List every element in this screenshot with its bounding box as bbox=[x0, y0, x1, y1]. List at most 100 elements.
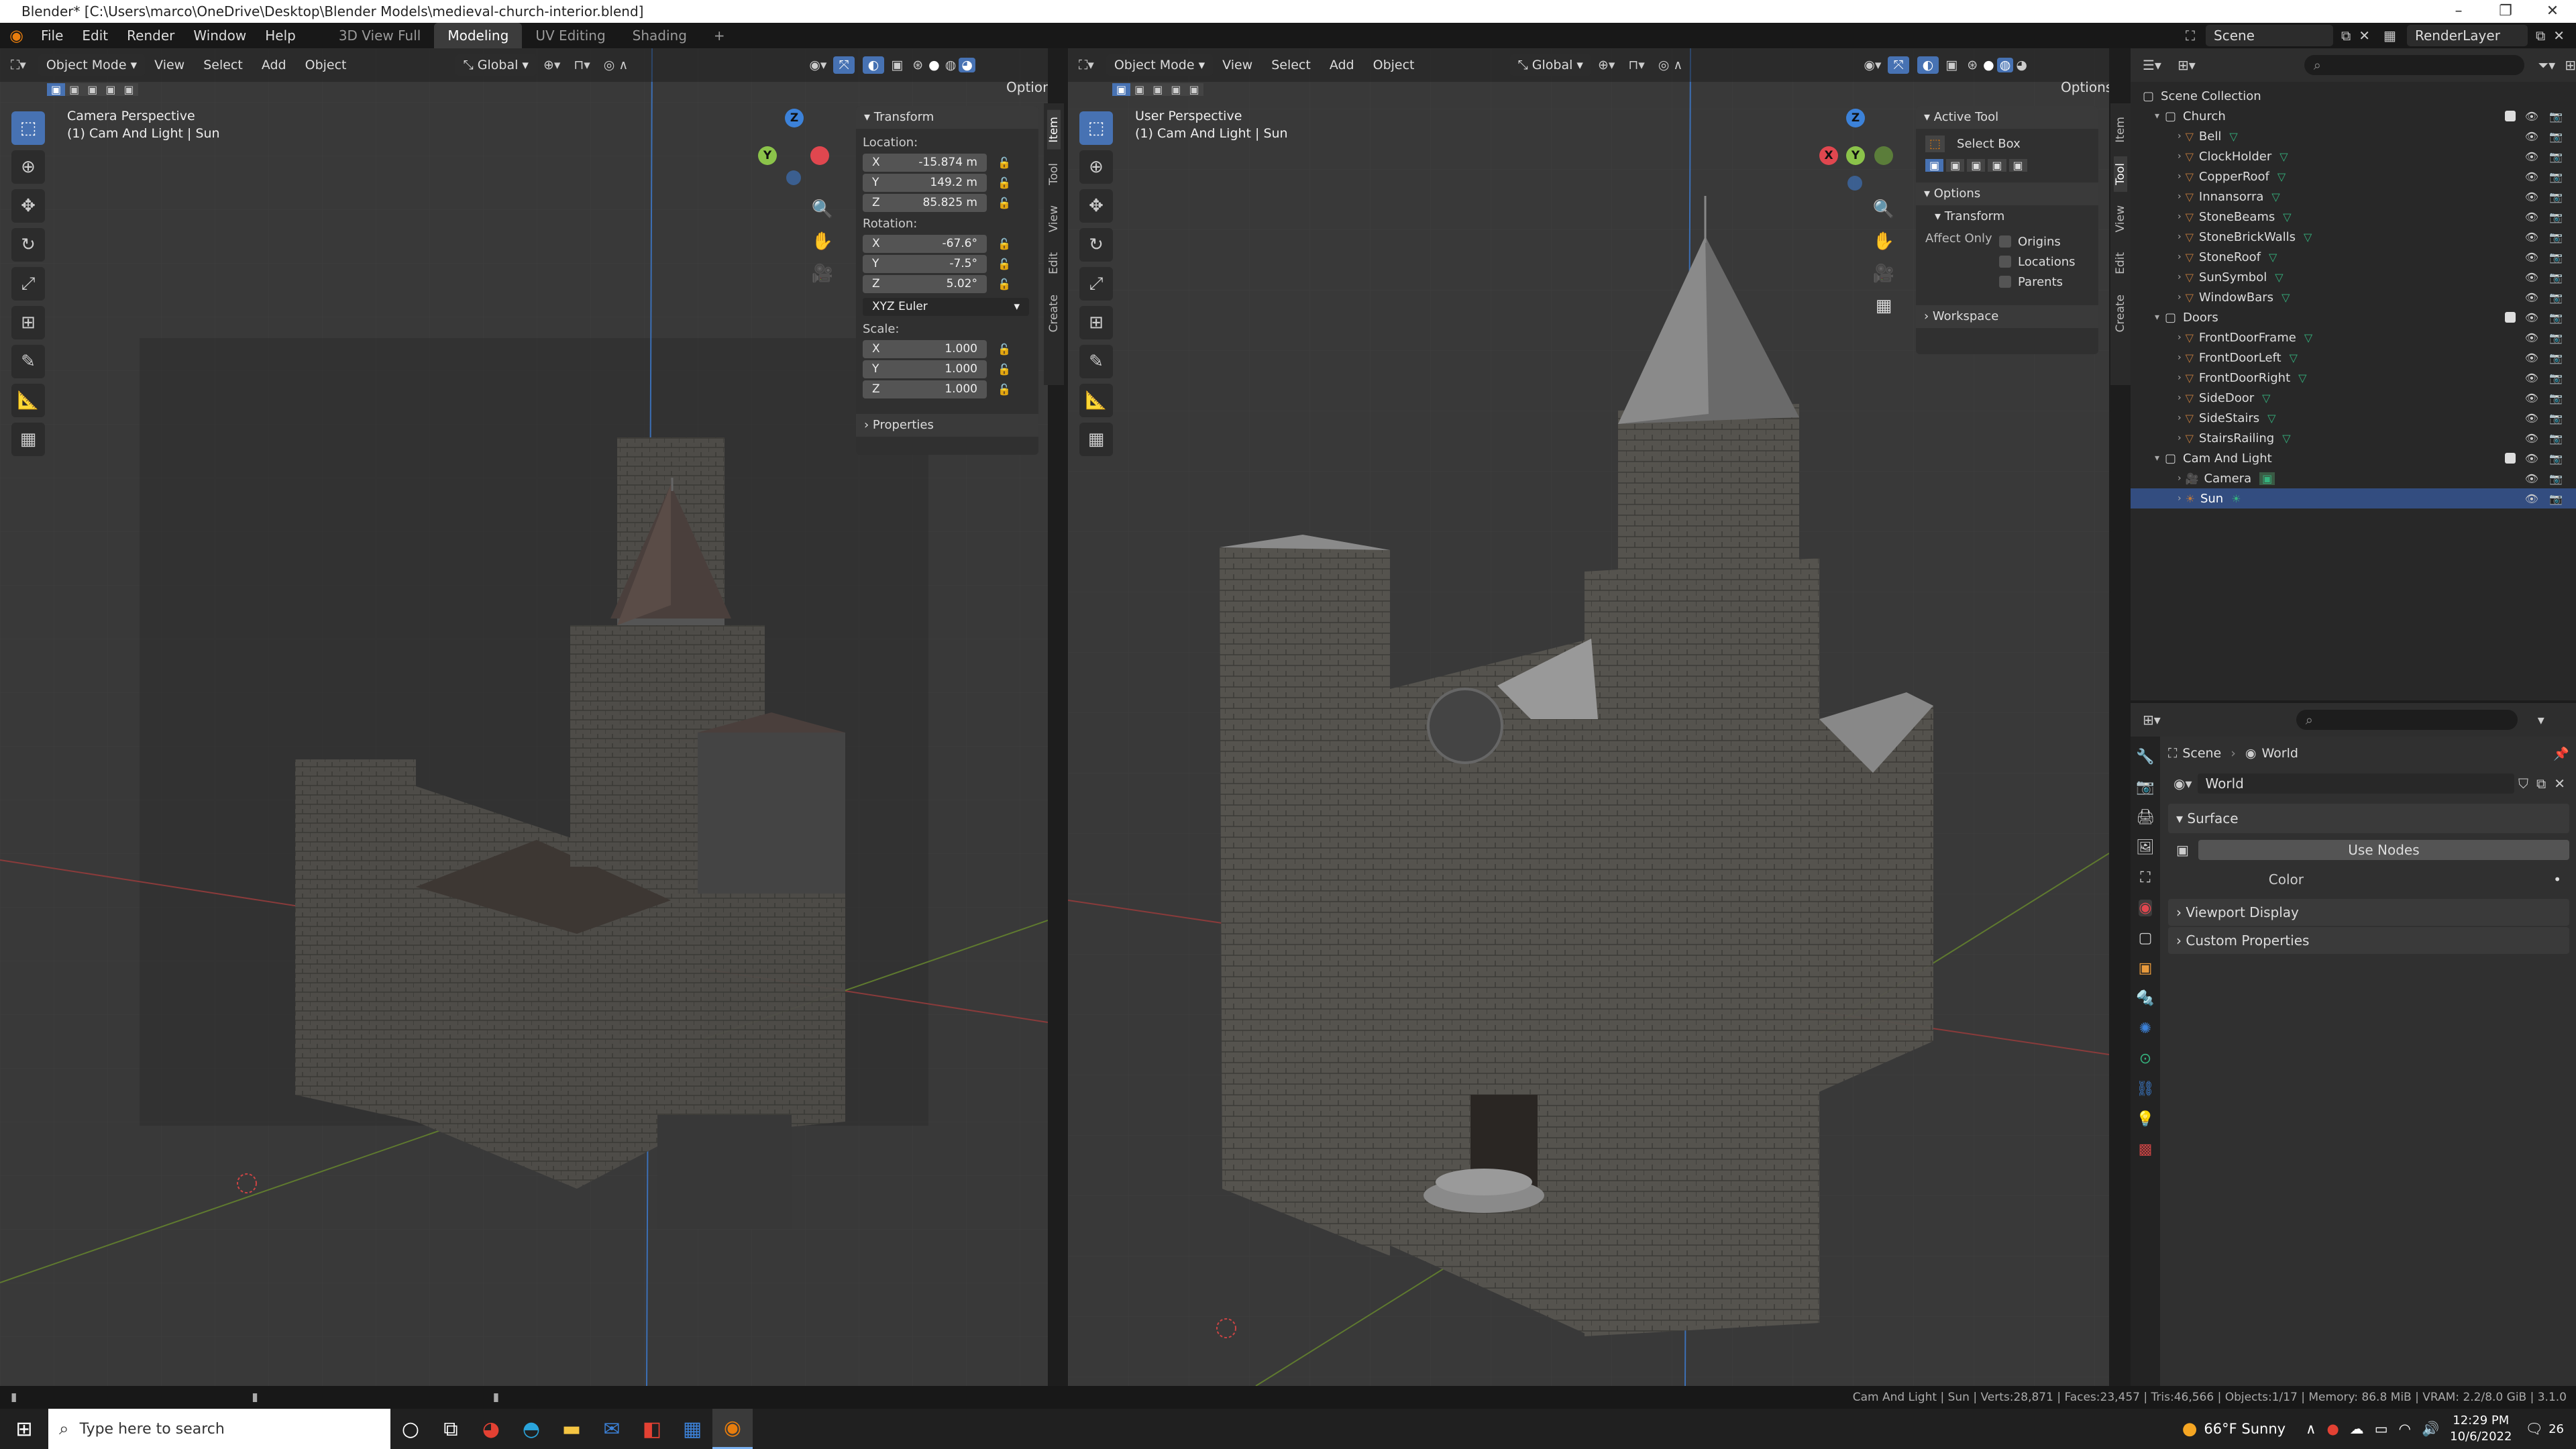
outliner-row-object[interactable]: › ▽ ClockHolder ▽ 👁 📷 bbox=[2131, 146, 2576, 166]
outliner-row-object[interactable]: › ▽ FrontDoorLeft ▽ 👁 📷 bbox=[2131, 347, 2576, 368]
render-camera-icon[interactable]: 📷 bbox=[2549, 191, 2563, 203]
eye-icon[interactable]: 👁 bbox=[2525, 472, 2538, 485]
eye-icon[interactable]: 👁 bbox=[2525, 170, 2538, 183]
new-scene-icon[interactable]: ⧉ bbox=[2333, 28, 2359, 44]
shading-wire-icon[interactable]: ⊛ bbox=[910, 58, 926, 72]
rotation-x-field[interactable]: X -67.6° bbox=[863, 234, 987, 253]
transform-orientation-dropdown[interactable]: ⤡ Global ▾ bbox=[1509, 54, 1591, 76]
blender-logo-icon[interactable]: ◉ bbox=[0, 26, 32, 45]
zoom-icon[interactable]: 🔍 bbox=[1869, 195, 1898, 224]
world-props-icon[interactable]: ◉ bbox=[2139, 900, 2152, 916]
menu-help[interactable]: Help bbox=[256, 28, 305, 44]
custom-properties-header[interactable]: › Custom Properties bbox=[2168, 927, 2569, 954]
checkbox-origins[interactable] bbox=[1999, 235, 2011, 248]
modifier-props-icon[interactable]: 🔩 bbox=[2136, 990, 2154, 1007]
zoom-icon[interactable]: 🔍 bbox=[808, 195, 837, 224]
lock-icon[interactable]: 🔓 bbox=[998, 237, 1011, 250]
rotate-tool[interactable]: ↻ bbox=[1079, 228, 1113, 262]
constraint-props-icon[interactable]: ⛓ bbox=[2136, 1081, 2155, 1097]
select-extend-icon[interactable]: ▣ bbox=[65, 83, 84, 96]
properties-subpanel-header[interactable]: › Properties bbox=[856, 414, 1038, 437]
shading-rendered-icon[interactable]: ◕ bbox=[2013, 58, 2030, 72]
navigation-gizmo[interactable]: Z X Y bbox=[1813, 109, 1900, 196]
chevron-right-icon[interactable]: › bbox=[2178, 392, 2182, 403]
snap-icon[interactable]: ⊓▾ bbox=[567, 58, 596, 72]
outliner-row-collection[interactable]: ▾ ▢ Cam And Light 👁 📷 bbox=[2131, 448, 2576, 468]
mode-subtract-icon[interactable]: ▣ bbox=[1967, 159, 1986, 172]
render-camera-icon[interactable]: 📷 bbox=[2549, 452, 2563, 465]
properties-search-input[interactable]: ⌕ bbox=[2296, 710, 2518, 730]
display-mode-icon[interactable]: ⊞▾ bbox=[2169, 57, 2204, 73]
chevron-down-icon[interactable]: ▾ bbox=[2155, 312, 2159, 323]
menu-object[interactable]: Object bbox=[296, 58, 356, 72]
lock-icon[interactable]: 🔓 bbox=[998, 176, 1011, 189]
menu-file[interactable]: File bbox=[32, 28, 72, 44]
gizmo-y-axis[interactable]: Y bbox=[1846, 146, 1865, 165]
proportional-edit-icon[interactable]: ◎ ∧ bbox=[1652, 58, 1690, 72]
rotation-mode-dropdown[interactable]: XYZ Euler ▾ bbox=[863, 297, 1029, 316]
transform-tool[interactable]: ⊞ bbox=[11, 306, 45, 339]
sidebar-tab-create[interactable]: Create bbox=[2114, 288, 2127, 339]
select-extend-icon[interactable]: ▣ bbox=[1130, 83, 1149, 96]
select-intersect-icon[interactable]: ▣ bbox=[1185, 83, 1203, 96]
chevron-right-icon[interactable]: › bbox=[2178, 433, 2182, 443]
scale-z-field[interactable]: Z 1.000 bbox=[863, 380, 987, 398]
new-collection-icon[interactable]: ⊞ bbox=[2565, 57, 2576, 73]
snap-icon[interactable]: ⊓▾ bbox=[1621, 58, 1651, 72]
output-props-icon[interactable]: 🖨 bbox=[2136, 809, 2155, 826]
eye-icon[interactable]: 👁 bbox=[2525, 251, 2538, 264]
annotate-tool[interactable]: ✎ bbox=[1079, 345, 1113, 378]
store-icon[interactable]: ▦ bbox=[672, 1409, 712, 1449]
outliner-row-object[interactable]: › ▽ FrontDoorRight ▽ 👁 📷 bbox=[2131, 368, 2576, 388]
gizmo-toggle-icon[interactable]: ⤧ bbox=[1888, 56, 1909, 74]
tool-props-icon[interactable]: 🔧 bbox=[2136, 749, 2154, 765]
gizmo-toggle-icon[interactable]: ⤧ bbox=[833, 56, 855, 74]
chevron-right-icon[interactable]: › bbox=[2178, 413, 2182, 423]
outliner-row-collection[interactable]: ▾ ▢ Church 👁 📷 bbox=[2131, 106, 2576, 126]
menu-view[interactable]: View bbox=[1213, 58, 1262, 72]
add-workspace-button[interactable]: + bbox=[700, 23, 739, 48]
render-camera-icon[interactable]: 📷 bbox=[2549, 271, 2563, 284]
taskbar-search-input[interactable]: ⌕ Type here to search bbox=[48, 1409, 390, 1449]
rotation-y-field[interactable]: Y -7.5° bbox=[863, 254, 987, 273]
eye-icon[interactable]: 👁 bbox=[2525, 452, 2538, 465]
windows-start-icon[interactable]: ⊞ bbox=[0, 1409, 48, 1449]
chevron-right-icon[interactable]: › bbox=[2178, 252, 2182, 262]
render-camera-icon[interactable]: 📷 bbox=[2549, 150, 2563, 163]
volume-icon[interactable]: 🔊 bbox=[2422, 1421, 2439, 1438]
render-camera-icon[interactable]: 📷 bbox=[2549, 392, 2563, 405]
eye-icon[interactable]: 👁 bbox=[2525, 372, 2538, 384]
camera-view-icon[interactable]: 🎥 bbox=[808, 259, 837, 288]
menu-render[interactable]: Render bbox=[117, 28, 184, 44]
gizmo-z-neg-axis[interactable] bbox=[786, 170, 801, 185]
editor-type-icon[interactable]: ⛶▾ bbox=[0, 58, 33, 72]
mode-intersect-icon[interactable]: ▣ bbox=[2008, 159, 2027, 172]
maximize-button[interactable]: ❐ bbox=[2482, 0, 2529, 23]
transform-panel-header[interactable]: ▾ Transform bbox=[856, 106, 1038, 129]
annotate-tool[interactable]: ✎ bbox=[11, 345, 45, 378]
pan-hand-icon[interactable]: ✋ bbox=[1869, 227, 1898, 256]
texture-props-icon[interactable]: ▩ bbox=[2139, 1141, 2153, 1158]
delete-scene-icon[interactable]: ✕ bbox=[2359, 28, 2378, 44]
eye-icon[interactable]: 👁 bbox=[2525, 271, 2538, 284]
gizmo-y-neg-axis[interactable] bbox=[1874, 146, 1893, 165]
blender-taskbar-icon[interactable]: ◉ bbox=[712, 1409, 753, 1449]
cursor-tool[interactable]: ⊕ bbox=[1079, 150, 1113, 184]
outliner-search-input[interactable]: ⌕ bbox=[2304, 55, 2525, 75]
mail-icon[interactable]: ✉ bbox=[592, 1409, 632, 1449]
options-dropdown[interactable]: Options ▾ bbox=[998, 76, 1048, 98]
eye-icon[interactable]: 👁 bbox=[2525, 392, 2538, 405]
workspace-subpanel-header[interactable]: › Workspace bbox=[1916, 305, 2098, 328]
gizmo-z-neg-axis[interactable] bbox=[1847, 176, 1862, 191]
gizmo-x-neg-axis[interactable] bbox=[810, 146, 829, 165]
active-tool-header[interactable]: ▾ Active Tool bbox=[1916, 106, 2098, 129]
delete-view-layer-icon[interactable]: ✕ bbox=[2553, 28, 2565, 44]
scene-selector[interactable]: Scene bbox=[2206, 25, 2333, 46]
weather-text[interactable]: 66°F Sunny bbox=[2204, 1421, 2286, 1437]
properties-editor-icon[interactable]: ⊞▾ bbox=[2131, 712, 2169, 728]
mode-invert-icon[interactable]: ▣ bbox=[1988, 159, 2006, 172]
render-camera-icon[interactable]: 📷 bbox=[2549, 231, 2563, 244]
shading-wire-icon[interactable]: ⊛ bbox=[1964, 58, 1980, 72]
cursor-tool[interactable]: ⊕ bbox=[11, 150, 45, 184]
eye-icon[interactable]: 👁 bbox=[2525, 291, 2538, 304]
